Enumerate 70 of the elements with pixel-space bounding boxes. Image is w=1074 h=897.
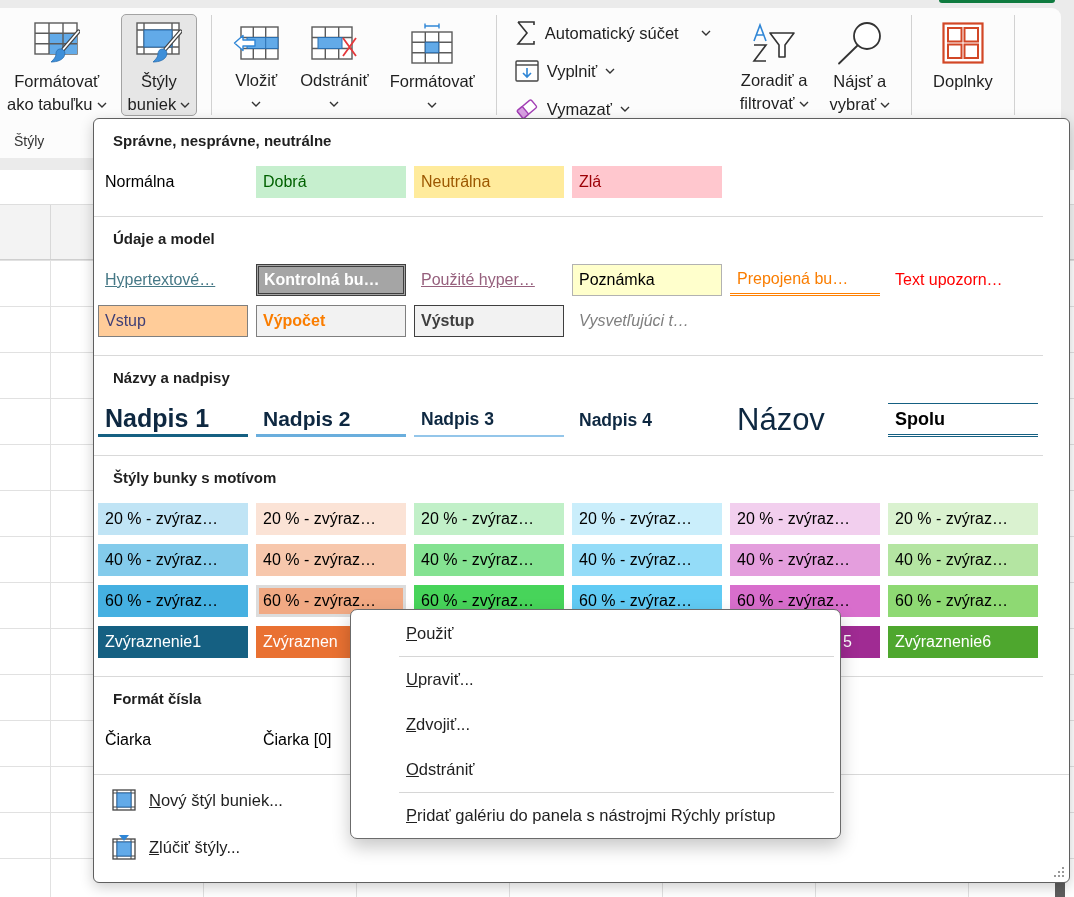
group-label: Štýly: [14, 132, 45, 151]
cell-style-option[interactable]: Spolu: [888, 403, 1038, 437]
menu-item[interactable]: Odstrániť: [351, 747, 840, 792]
cell-style-option[interactable]: Zvýraznenie1: [98, 626, 248, 658]
cell-style-option[interactable]: 20 % - zvýraz…: [572, 503, 722, 535]
menu-item[interactable]: Zdvojiť...: [351, 702, 840, 747]
ribbon-button[interactable]: Vyplniť: [510, 52, 620, 90]
ribbon-button[interactable]: Automatický súčet: [510, 14, 715, 52]
format-cells-icon: [409, 22, 456, 64]
cell-style-option[interactable]: Nadpis 2: [256, 403, 406, 437]
cell-style-option[interactable]: Nadpis 1: [98, 403, 248, 437]
cell-style-option[interactable]: 40 % - zvýraz…: [256, 544, 406, 576]
cell-style-option[interactable]: 20 % - zvýraz…: [730, 503, 880, 535]
cell-style-option[interactable]: 20 % - zvýraz…: [256, 503, 406, 535]
ribbon-button[interactable]: Vložiť: [226, 14, 287, 116]
gallery-command[interactable]: Nový štýl buniek...: [112, 787, 283, 813]
cell-style-option[interactable]: Zlá: [572, 166, 722, 198]
cell-style-option[interactable]: 20 % - zvýraz…: [414, 503, 564, 535]
ribbon-button[interactable]: Nájsť a vybrať: [822, 14, 898, 116]
cell-style-option[interactable]: Použité hyper…: [414, 264, 564, 296]
cell-style-option[interactable]: 40 % - zvýraz…: [730, 544, 880, 576]
cell-style-option[interactable]: Vstup: [98, 305, 248, 337]
delete-cells-icon: [311, 25, 358, 60]
cell-style-option[interactable]: 60 % - zvýraz…: [98, 585, 248, 617]
cell-style-option[interactable]: Hypertextové…: [98, 264, 248, 296]
ribbon-button[interactable]: Doplnky: [926, 14, 1000, 116]
gallery-command[interactable]: Zlúčiť štýly...: [112, 834, 283, 860]
menu-item[interactable]: Upraviť...: [351, 657, 840, 702]
section-heading: Štýly bunky s motívom: [113, 468, 277, 488]
cell-style-option[interactable]: 5: [840, 626, 880, 658]
cell-style-option[interactable]: 40 % - zvýraz…: [572, 544, 722, 576]
cell-style-option[interactable]: 60 % - zvýraz…: [256, 585, 406, 617]
cell-style-option[interactable]: Výstup: [414, 305, 564, 337]
sigma-icon: [514, 20, 537, 46]
section-heading: Názvy a nadpisy: [113, 368, 230, 388]
ribbon-button[interactable]: Formátovať ako tabuľku: [0, 14, 114, 116]
section-heading: Údaje a model: [113, 229, 215, 249]
cell-style-option[interactable]: Neutrálna: [414, 166, 564, 198]
table-cell-icon: [112, 789, 136, 811]
ribbon-button[interactable]: Zoradiť a filtrovať: [732, 14, 816, 116]
sort-filter-icon: [752, 22, 797, 63]
cell-style-option[interactable]: Vysvetľujúci t…: [572, 305, 722, 337]
cell-style-option[interactable]: Dobrá: [256, 166, 406, 198]
cell-style-option[interactable]: 60 % - zvýraz…: [888, 585, 1038, 617]
search-icon: [836, 21, 883, 65]
cell-style-option[interactable]: Nadpis 4: [572, 403, 722, 437]
cell-style-option[interactable]: 20 % - zvýraz…: [888, 503, 1038, 535]
resize-grip-icon: [1054, 867, 1064, 877]
cell-style-option[interactable]: Normálna: [98, 166, 248, 198]
cell-style-option[interactable]: Čiarka: [98, 724, 248, 756]
section-heading: Správne, nesprávne, neutrálne: [113, 131, 332, 151]
ribbon-button[interactable]: Formátovať: [382, 14, 482, 116]
cell-style-option[interactable]: Text upozorn…: [888, 264, 1038, 296]
cell-style-option[interactable]: Názov: [730, 403, 880, 437]
table-brush-icon: [33, 22, 80, 64]
menu-item[interactable]: Pridať galériu do panela s nástrojmi Rýchly prístup: [351, 793, 840, 838]
insert-cells-icon: [233, 25, 280, 60]
section-heading: Formát čísla: [113, 689, 202, 709]
cell-brush-icon: [135, 22, 182, 64]
merge-cell-icon: [112, 834, 136, 860]
cell-style-option[interactable]: 40 % - zvýraz…: [414, 544, 564, 576]
grid-squares-icon: [941, 22, 984, 64]
cell-style-option[interactable]: Nadpis 3: [414, 403, 564, 437]
fill-down-icon: [514, 60, 539, 82]
cell-style-option[interactable]: 20 % - zvýraz…: [98, 503, 248, 535]
cell-style-option[interactable]: Poznámka: [572, 264, 722, 296]
cell-style-option[interactable]: 40 % - zvýraz…: [888, 544, 1038, 576]
ribbon-button[interactable]: Štýly buniek: [120, 14, 198, 116]
cell-style-option[interactable]: 40 % - zvýraz…: [98, 544, 248, 576]
ribbon-button[interactable]: Odstrániť: [293, 14, 376, 116]
